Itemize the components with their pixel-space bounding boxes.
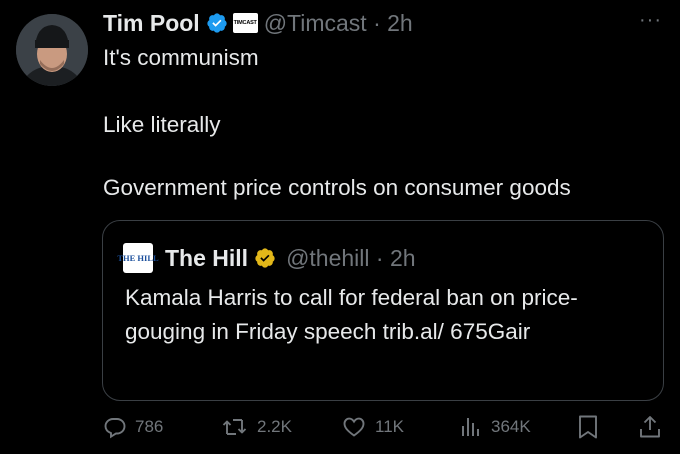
tweet-text-line-2: Like literally xyxy=(103,112,221,137)
author-handle-time[interactable]: @Timcast · 2h xyxy=(264,10,413,37)
share-icon xyxy=(640,416,660,438)
quoted-author-name[interactable]: The Hill xyxy=(165,245,248,272)
the-hill-logo: THE HILL xyxy=(117,243,159,273)
action-bar: 786 2.2K 11K 364K xyxy=(103,410,663,444)
gold-verified-badge-icon[interactable] xyxy=(254,247,276,269)
like-count: 11K xyxy=(375,417,404,436)
reply-count: 786 xyxy=(135,417,164,436)
avatar[interactable] xyxy=(16,14,88,86)
verified-badge-icon[interactable] xyxy=(206,12,228,34)
heart-icon xyxy=(343,417,365,437)
tweet: Tim Pool TIMCAST @Timcast · 2h ··· It's … xyxy=(0,0,680,454)
quoted-tweet-text: Kamala Harris to call for federal ban on… xyxy=(125,285,578,344)
tweet-text-line-1: It's communism xyxy=(103,45,259,70)
quoted-tweet[interactable]: THE HILL The Hill @thehill · 2h Kamala H… xyxy=(102,220,664,401)
repost-icon xyxy=(222,419,247,435)
quoted-author-handle-time[interactable]: @thehill · 2h xyxy=(286,245,415,272)
more-options-icon[interactable]: ··· xyxy=(639,10,662,30)
views-chart-icon xyxy=(462,418,479,436)
repost-button[interactable]: 2.2K xyxy=(221,410,292,444)
share-button[interactable] xyxy=(638,410,670,444)
logo-text: THE HILL xyxy=(117,253,159,263)
bookmark-icon xyxy=(579,415,597,439)
views-button[interactable]: 364K xyxy=(459,410,531,444)
repost-count: 2.2K xyxy=(257,417,292,436)
bookmark-button[interactable] xyxy=(577,410,607,444)
author-name[interactable]: Tim Pool xyxy=(103,10,200,37)
tweet-text-line-3: Government price controls on consumer go… xyxy=(103,175,571,200)
tweet-content: Tim Pool TIMCAST @Timcast · 2h ··· It's … xyxy=(103,0,666,201)
quoted-tweet-header: THE HILL The Hill @thehill · 2h xyxy=(117,243,416,273)
affiliate-badge[interactable]: TIMCAST xyxy=(232,13,258,33)
like-button[interactable]: 11K xyxy=(341,410,404,444)
views-count: 364K xyxy=(491,417,531,436)
reply-icon xyxy=(104,418,126,439)
reply-button[interactable]: 786 xyxy=(103,410,163,444)
avatar-image xyxy=(16,14,88,86)
